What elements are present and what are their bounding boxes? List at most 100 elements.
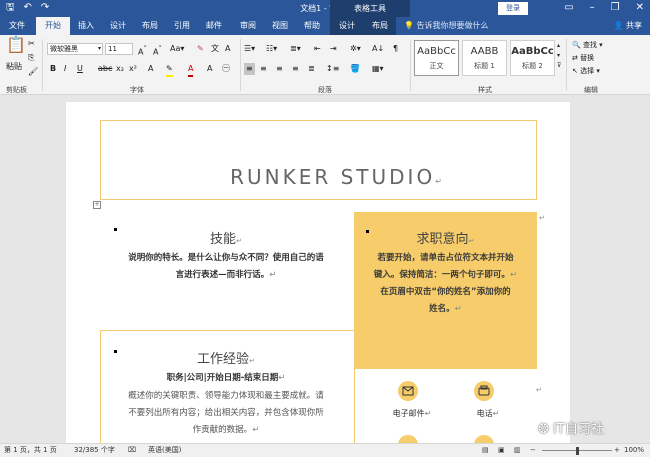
tell-me-search[interactable]: 💡 告诉我你想要做什么	[404, 20, 489, 32]
tab-view[interactable]: 视图	[266, 17, 294, 35]
email-label[interactable]: 电子邮件↵	[384, 405, 440, 422]
group-styles: 样式	[478, 86, 492, 94]
cell-end-mark: ↵	[539, 214, 545, 222]
copy-icon[interactable]: ⎘	[28, 52, 34, 64]
skills-body[interactable]: 说明你的特长。是什么让你与众不同？使用自己的语 言进行表述—而非行话。↵	[106, 250, 346, 284]
tab-insert[interactable]: 插入	[72, 17, 100, 35]
share-button[interactable]: 👤 共享	[613, 17, 642, 35]
work-body[interactable]: 概述你的关键职责、领导能力体现和最主要成就。请 不要列出所有内容；给出相关内容，…	[106, 388, 346, 439]
chevron-down-icon[interactable]: ▾	[98, 43, 101, 55]
style-name: 正文	[429, 62, 444, 70]
find-button[interactable]: 🔍 查找 ▾	[572, 39, 603, 51]
read-mode-icon[interactable]: ▤	[482, 444, 489, 457]
format-painter-icon[interactable]: 🖌	[28, 66, 38, 78]
line-spacing-icon[interactable]: ↕≡	[326, 63, 339, 75]
phone-label[interactable]: 电话↵	[460, 405, 516, 422]
zoom-in-icon[interactable]: +	[614, 444, 620, 457]
multilevel-icon[interactable]: ≣▾	[290, 43, 301, 55]
zoom-thumb[interactable]	[576, 447, 579, 455]
tab-layout[interactable]: 布局	[136, 17, 164, 35]
align-right-icon[interactable]: ≡	[276, 63, 283, 75]
page-count[interactable]: 第 1 页，共 1 页	[4, 444, 57, 457]
style-heading-1[interactable]: AABB 标题 1	[462, 40, 507, 76]
document-title: 文档1 - Word	[300, 4, 350, 13]
tab-mailings[interactable]: 邮件	[200, 17, 228, 35]
tab-review[interactable]: 审阅	[234, 17, 262, 35]
minimize-icon[interactable]: –	[590, 2, 595, 14]
word-count[interactable]: 32/385 个字	[74, 444, 115, 457]
replace-button[interactable]: ⇄ 替换	[572, 52, 594, 64]
cursor-icon: ↖	[572, 67, 578, 75]
show-marks-icon[interactable]: ¶	[393, 43, 398, 55]
paste-icon[interactable]: 📋	[6, 37, 26, 53]
objective-body[interactable]: 若要开始，请单击占位符文本并开始 键入。保持简洁：一两个句子即可。↵ 在页眉中双…	[354, 250, 537, 318]
proofing-icon[interactable]: ⌧	[128, 444, 136, 457]
web-layout-icon[interactable]: ▥	[514, 444, 521, 457]
shrink-font-icon[interactable]: A˅	[153, 43, 162, 59]
text-effects-icon[interactable]: A	[148, 63, 153, 75]
subscript-icon[interactable]: x₂	[116, 63, 124, 75]
highlight-icon[interactable]: ✎	[166, 63, 173, 77]
strikethrough-icon[interactable]: abc	[98, 63, 112, 75]
email-icon	[398, 381, 418, 401]
tab-table-layout[interactable]: 布局	[364, 17, 396, 35]
language[interactable]: 英语(美国)	[148, 444, 181, 457]
tab-file[interactable]: 文件	[0, 17, 34, 35]
select-button[interactable]: ↖ 选择 ▾	[572, 65, 600, 77]
cut-icon[interactable]: ✂	[28, 38, 35, 50]
zoom-out-icon[interactable]: −	[530, 444, 536, 457]
asian-layout-icon[interactable]: ✲▾	[350, 43, 361, 55]
italic-icon[interactable]: I	[64, 63, 66, 75]
bold-icon[interactable]: B	[50, 63, 56, 75]
char-shading-icon[interactable]: A	[207, 63, 212, 75]
table-move-handle[interactable]: +	[93, 201, 101, 209]
superscript-icon[interactable]: x²	[129, 63, 137, 75]
work-subtitle[interactable]: 职务|公司|开始日期-结束日期↵	[106, 370, 346, 387]
tab-table-design[interactable]: 设计	[330, 17, 364, 35]
numbering-icon[interactable]: ☷▾	[266, 43, 277, 55]
sort-icon[interactable]: A↓	[372, 43, 384, 55]
style-heading-2[interactable]: AaBbCc 标题 2	[510, 40, 555, 76]
tab-help[interactable]: 帮助	[298, 17, 326, 35]
font-color-icon[interactable]: A	[188, 63, 194, 77]
char-border-icon[interactable]: A	[225, 43, 230, 55]
increase-indent-icon[interactable]: ⇥	[330, 43, 337, 55]
restore-icon[interactable]: ❐	[611, 2, 620, 14]
table-tools-label: 表格工具	[330, 0, 410, 17]
change-case-icon[interactable]: Aa▾	[170, 43, 184, 55]
tab-design[interactable]: 设计	[104, 17, 132, 35]
window-controls: ▭ – ❐ ✕	[564, 2, 644, 14]
tab-home[interactable]: 开始	[36, 17, 70, 35]
clear-format-icon[interactable]: ✎	[197, 43, 204, 55]
borders-icon[interactable]: ▦▾	[372, 63, 384, 75]
styles-scroll-icon[interactable]: ▴ ▾ ⊽	[557, 41, 561, 71]
tab-references[interactable]: 引用	[168, 17, 196, 35]
distribute-icon[interactable]: ≣	[308, 63, 315, 75]
align-left-icon[interactable]: ≡	[244, 63, 255, 75]
underline-icon[interactable]: U	[77, 63, 83, 75]
phone-icon	[474, 381, 494, 401]
font-size-select[interactable]: 11	[105, 43, 133, 55]
login-button[interactable]: 登录	[498, 2, 528, 15]
paste-label[interactable]: 粘贴	[6, 61, 22, 73]
zoom-level[interactable]: 100%	[624, 444, 644, 457]
grow-font-icon[interactable]: A˄	[138, 43, 147, 59]
decrease-indent-icon[interactable]: ⇤	[314, 43, 321, 55]
style-name: 标题 1	[474, 62, 495, 70]
print-layout-icon[interactable]: ▣	[498, 444, 505, 457]
close-icon[interactable]: ✕	[636, 2, 644, 14]
style-sample: AaBbCc	[417, 46, 456, 57]
shading-icon[interactable]: 🪣	[350, 63, 360, 75]
style-normal[interactable]: AaBbCc 正文	[414, 40, 459, 76]
phonetic-icon[interactable]: 文	[211, 43, 219, 55]
ribbon-display-icon[interactable]: ▭	[564, 2, 573, 14]
document-page[interactable]: RUNKER STUDIO↵ + 技能↵ 说明你的特长。是什么让你与众不同？使用…	[66, 102, 570, 455]
enclose-char-icon[interactable]: ㊀	[222, 63, 230, 75]
status-bar: 第 1 页，共 1 页 32/385 个字 ⌧ 英语(美国) ▤ ▣ ▥ − +…	[0, 443, 650, 457]
skills-title: 技能↵	[210, 232, 242, 247]
align-center-icon[interactable]: ≡	[260, 63, 267, 75]
bullets-icon[interactable]: ☰▾	[244, 43, 255, 55]
justify-icon[interactable]: ≡	[292, 63, 299, 75]
font-name-select[interactable]: 微软雅黑	[47, 43, 103, 55]
divider	[410, 39, 411, 91]
